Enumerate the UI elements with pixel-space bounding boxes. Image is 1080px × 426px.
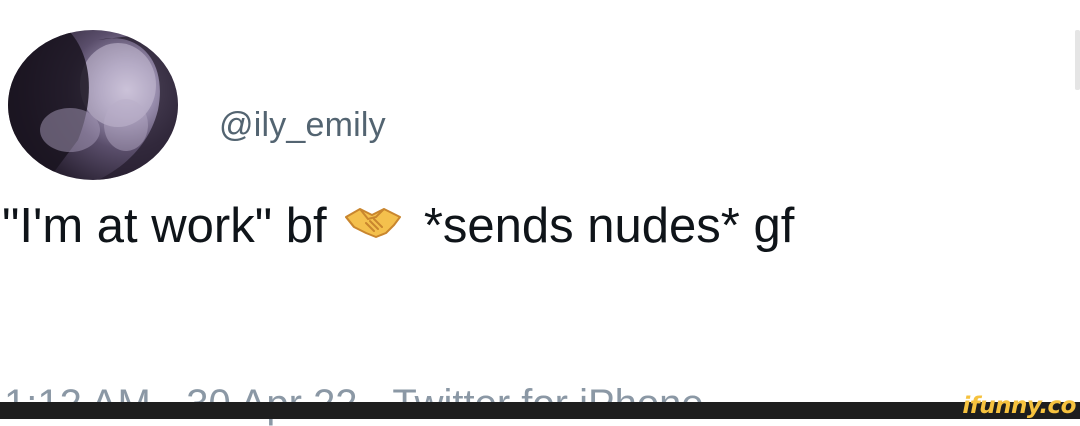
avatar-photo bbox=[8, 30, 178, 180]
scrollbar[interactable] bbox=[1075, 30, 1080, 90]
handshake-icon bbox=[344, 203, 402, 243]
tweet-text: "I'm at work" bf *sends nudes* gf bbox=[2, 190, 1080, 263]
user-handle[interactable]: @ily_emily bbox=[219, 108, 386, 142]
ifunny-watermark: ifunny.co bbox=[962, 393, 1076, 419]
watermark-bar: ifunny.co bbox=[0, 395, 1080, 419]
tweet-text-after: *sends nudes* gf bbox=[423, 199, 795, 253]
avatar[interactable] bbox=[8, 30, 178, 180]
tweet-text-before: "I'm at work" bf bbox=[2, 199, 327, 253]
